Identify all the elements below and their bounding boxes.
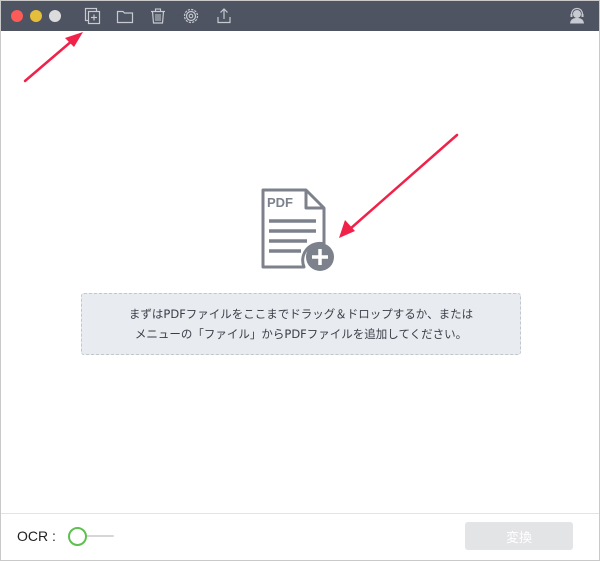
title-bar bbox=[1, 1, 599, 31]
ocr-label: OCR : bbox=[17, 528, 56, 544]
zoom-window-button[interactable] bbox=[49, 10, 61, 22]
footer-divider bbox=[1, 513, 599, 514]
user-support-icon[interactable] bbox=[567, 6, 587, 26]
pdf-add-icon[interactable]: PDF bbox=[260, 187, 340, 273]
arrow-head-add-file bbox=[65, 32, 83, 47]
arrow-to-add-file bbox=[23, 38, 75, 83]
arrow-to-pdf-drop bbox=[348, 133, 459, 231]
trash-icon[interactable] bbox=[148, 6, 168, 26]
add-file-icon[interactable] bbox=[82, 6, 102, 26]
drop-zone-line-2: メニューの「ファイル」からPDFファイルを追加してください。 bbox=[134, 327, 468, 341]
settings-icon[interactable] bbox=[181, 6, 201, 26]
minimize-window-button[interactable] bbox=[30, 10, 42, 22]
app-window: PDF まずはPDFファイルをここまでドラッグ＆ドロップするか、または メニュー… bbox=[0, 0, 600, 561]
folder-icon[interactable] bbox=[115, 6, 135, 26]
ocr-toggle-knob[interactable] bbox=[68, 527, 87, 546]
ocr-toggle[interactable] bbox=[68, 526, 116, 546]
arrow-head-pdf-drop bbox=[339, 220, 355, 238]
export-icon[interactable] bbox=[214, 6, 234, 26]
drop-zone[interactable]: まずはPDFファイルをここまでドラッグ＆ドロップするか、または メニューの「ファ… bbox=[81, 293, 521, 355]
annotation-arrows bbox=[23, 32, 459, 238]
drop-zone-line-1: まずはPDFファイルをここまでドラッグ＆ドロップするか、または bbox=[128, 307, 474, 321]
pdf-icon-label: PDF bbox=[267, 195, 293, 210]
close-window-button[interactable] bbox=[11, 10, 23, 22]
convert-button[interactable]: 変換 bbox=[465, 522, 573, 550]
